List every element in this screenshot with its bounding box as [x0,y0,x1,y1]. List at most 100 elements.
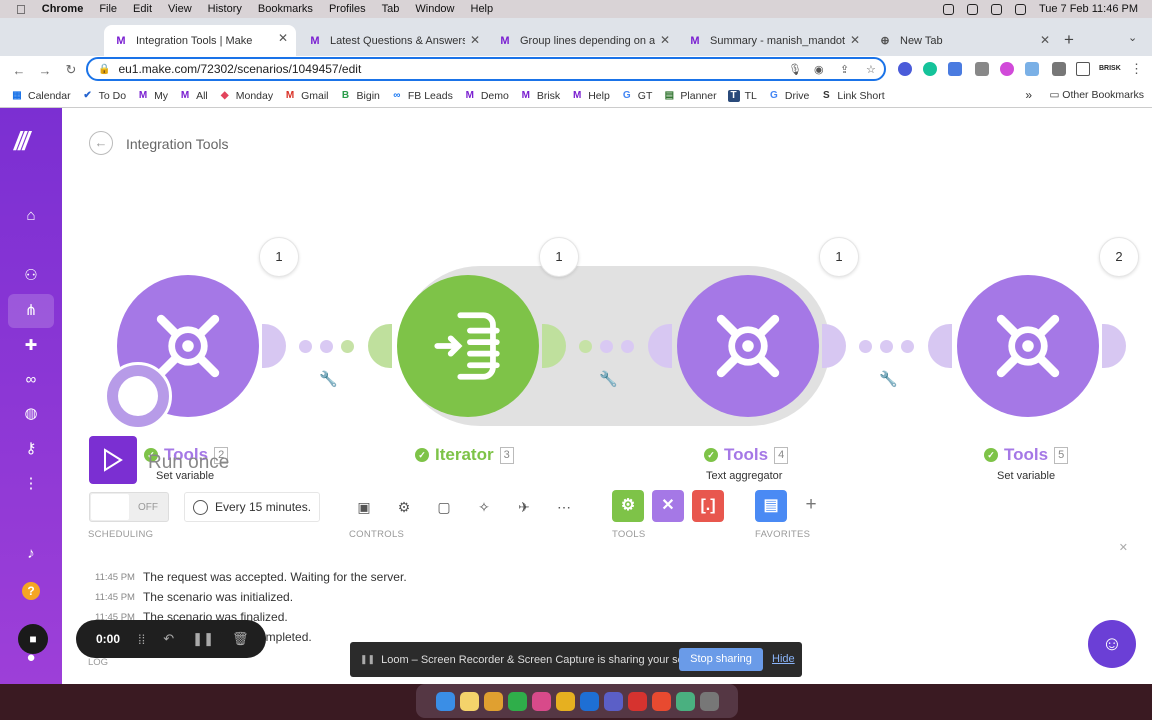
share-icon[interactable]: ⇪ [840,63,849,76]
tab-questions[interactable]: M Latest Questions & Answers to ✕ [298,27,488,54]
bookmark-item[interactable]: M Gmail [284,90,329,102]
acrobat-icon[interactable] [627,691,647,711]
menu-item[interactable]: File [99,3,117,15]
bookmark-item[interactable]: ✔ To Do [82,90,126,102]
module-iterator[interactable] [397,275,539,417]
magic-wand-icon[interactable]: ✧ [473,496,495,518]
app-icon[interactable] [483,691,503,711]
stop-sharing-button[interactable]: Stop sharing [679,648,763,671]
other-bookmarks[interactable]: ▭ Other Bookmarks [1049,89,1144,101]
trash-icon[interactable]: 🗑 [232,631,249,647]
make-logo[interactable]: /// [14,126,30,157]
lock-icon[interactable]: 🔒 [98,64,110,75]
trash-icon[interactable] [699,691,719,711]
chevron-down-icon[interactable]: ⌄ [1128,31,1137,44]
keys-icon[interactable]: ⚷ [21,439,41,459]
brisk-extension[interactable]: BRISK [1099,65,1121,72]
side-panel-icon[interactable] [1076,62,1090,76]
scenarios-icon[interactable]: ⋔ [21,301,41,321]
wrench-icon[interactable]: 🔧 [879,370,898,388]
slack-icon[interactable] [675,691,695,711]
bookmark-item[interactable]: ◆ Monday [219,90,273,102]
run-once-label[interactable]: Run once [148,452,229,474]
close-icon[interactable]: ✕ [1119,541,1128,554]
close-icon[interactable]: ✕ [660,33,670,47]
apple-icon[interactable]:  [16,2,26,17]
module-tools-text-aggregator[interactable] [677,275,819,417]
menu-item[interactable]: View [168,3,192,15]
chrome-icon[interactable] [555,691,575,711]
notes-icon[interactable] [459,691,479,711]
address-bar[interactable]: 🔒 eu1.make.com/72302/scenarios/1049457/e… [86,57,886,81]
close-icon[interactable]: ✕ [1040,33,1050,47]
wifi-icon[interactable] [942,3,954,15]
google-docs-icon[interactable]: ▤ [755,490,787,522]
webhooks-icon[interactable]: ◍ [21,404,41,424]
back-icon[interactable]: ← [12,63,26,78]
grammarly-icon[interactable] [923,62,937,76]
module-connector[interactable] [368,324,392,368]
menu-item[interactable]: Window [415,3,454,15]
bookmark-item[interactable]: ▦ Calendar [11,90,70,102]
bookmark-item[interactable]: ∞ FB Leads [391,90,453,102]
extension-icon[interactable] [898,62,912,76]
translate-icon[interactable] [948,62,962,76]
operations-bubble[interactable]: 1 [819,237,859,277]
operations-bubble[interactable]: 1 [259,237,299,277]
tab-summary[interactable]: M Summary - manish_mandot - M ✕ [678,27,868,54]
menu-item[interactable]: Edit [133,3,152,15]
bookmark-item[interactable]: T TL [727,89,757,102]
scheduling-toggle[interactable]: OFF [89,492,169,522]
module-connector[interactable] [1102,324,1126,368]
outlook-icon[interactable] [579,691,599,711]
wrench-icon[interactable]: 🔧 [599,370,618,388]
menubar-datetime[interactable]: Tue 7 Feb 11:46 PM [1039,3,1138,15]
bookmark-item[interactable]: G GT [621,90,652,102]
menu-item[interactable]: Help [471,3,494,15]
close-icon[interactable]: ✕ [278,31,288,45]
help-icon[interactable]: ? [22,582,40,600]
bookmark-item[interactable]: M Demo [464,90,509,102]
menu-item[interactable]: Chrome [42,3,84,15]
forward-icon[interactable]: → [38,63,52,78]
star-icon[interactable]: ☆ [866,63,876,76]
drag-handle-icon[interactable]: ❚❚ [360,654,375,665]
text-parser-icon[interactable]: [.] [692,490,724,522]
camera-icon[interactable]: ■ [18,624,48,654]
app-icon[interactable] [531,691,551,711]
menu-item[interactable]: Tab [382,3,400,15]
hide-link[interactable]: Hide [772,653,795,665]
bookmark-item[interactable]: M All [179,90,208,102]
reload-icon[interactable]: ↻ [64,62,78,78]
menu-item[interactable]: Bookmarks [258,3,313,15]
eye-icon[interactable]: ◉ [814,63,824,76]
save-icon[interactable]: ▣ [353,496,375,518]
module-connector[interactable] [262,324,286,368]
microphone-icon[interactable]: 🎙 [788,63,802,76]
menu-item[interactable]: History [208,3,242,15]
gear-icon[interactable]: ⚙ [393,496,415,518]
module-connector[interactable] [822,324,846,368]
bookmark-item[interactable]: ▤ Planner [663,90,717,102]
pause-icon[interactable]: ❚❚ [192,631,214,647]
wrench-icon[interactable]: 🔧 [319,370,338,388]
home-icon[interactable]: ⌂ [21,206,41,226]
airplane-icon[interactable]: ✈ [513,496,535,518]
more-horiz-icon[interactable]: ⋯ [553,496,575,518]
add-favorite-icon[interactable]: + [800,494,822,516]
flow-control-icon[interactable]: ⚙ [612,490,644,522]
teams-icon[interactable] [603,691,623,711]
tab-integration-tools[interactable]: M Integration Tools | Make ✕ [104,25,296,56]
tab-new-tab[interactable]: ⊕ New Tab ✕ [868,27,1058,54]
more-vert-icon[interactable]: ⋮ [21,474,41,494]
apps-icon[interactable]: ✚ [21,336,41,356]
module-tools-set-variable-2[interactable] [957,275,1099,417]
bookmark-item[interactable]: M Help [571,90,610,102]
bookmark-item[interactable]: S Link Short [820,90,885,102]
run-once-button[interactable] [89,436,137,484]
bookmark-item[interactable]: M Brisk [520,90,561,102]
operations-bubble[interactable]: 1 [539,237,579,277]
extension-icon[interactable] [975,62,989,76]
back-arrow-icon[interactable]: ← [89,131,113,155]
puzzle-icon[interactable] [1052,62,1066,76]
